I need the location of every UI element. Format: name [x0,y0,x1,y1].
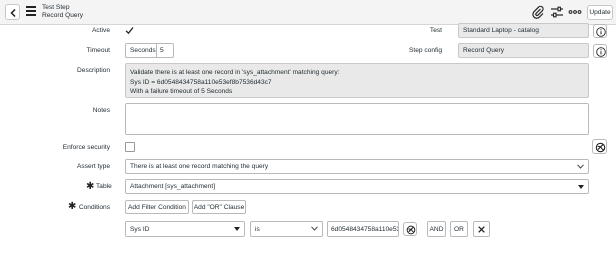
timeout-unit-value: Seconds [130,47,156,54]
caret-down-icon [578,184,584,189]
hamburger-menu-icon[interactable] [26,6,37,18]
step-config-value: Record Query [463,47,505,54]
and-button[interactable]: AND [427,221,446,237]
chevron-down-icon [577,163,584,169]
script-toggle-icon [595,142,606,153]
test-field[interactable]: Standard Laptop - catalog [458,23,589,38]
close-icon [478,225,485,233]
description-line-2: Sys ID = 6d0548434758a110e53ef8b7536d43c… [130,78,272,86]
or-button[interactable]: OR [450,221,468,237]
sliders-icon[interactable] [550,5,564,19]
add-or-clause-button[interactable]: Add "OR" Clause [192,200,246,214]
table-label: Table [96,183,112,190]
notes-textarea[interactable] [125,103,589,135]
condition-script-toggle-button[interactable] [403,222,417,236]
test-label: Test [429,27,442,34]
test-info-button[interactable] [593,24,607,38]
condition-operator-value: is [255,225,260,233]
enforce-security-checkbox[interactable] [125,142,135,152]
form-title: Test Step Record Query [42,4,83,20]
step-config-label: Step config [409,47,442,54]
assert-type-select[interactable]: There is at least one record matching th… [125,159,589,174]
info-icon [596,27,606,37]
timeout-input-value: 5 [160,47,164,54]
description-line-3: With a failure timeout of 5 Seconds [130,88,233,95]
form-header: Test Step Record Query Update [0,0,616,25]
test-field-value: Standard Laptop - catalog [463,27,539,34]
form-subtitle-text: Record Query [42,12,84,19]
form-title-text: Test Step [42,4,70,11]
conditions-label: Conditions [78,204,110,211]
enforce-security-label: Enforce security [62,144,110,151]
table-value: Attachment [sys_attachment] [130,183,216,190]
back-button[interactable] [5,4,20,20]
active-checkbox[interactable] [125,26,134,35]
step-config-info-button[interactable] [593,44,607,58]
caret-down-icon [234,227,240,231]
condition-value-input[interactable]: 6d0548434758a110e53ef8b7536d43c7 [327,221,399,237]
paperclip-icon[interactable] [531,5,545,19]
ellipsis-icon[interactable] [568,5,582,19]
checkmark-icon [125,27,134,35]
description-textarea[interactable]: Validate there is at least one record in… [125,63,589,98]
update-button[interactable]: Update [587,5,613,20]
assert-type-label: Assert type [77,163,110,170]
table-select[interactable]: Attachment [sys_attachment] [125,179,589,194]
step-config-field[interactable]: Record Query [458,43,589,58]
info-icon [596,47,606,57]
condition-operator-select[interactable]: is [250,221,323,237]
description-label: Description [77,67,110,74]
remove-condition-button[interactable] [473,221,490,237]
timeout-unit-select[interactable]: Seconds [125,43,156,58]
condition-value-text: 6d0548434758a110e53ef8b7536d43c7 [331,225,398,233]
timeout-input[interactable]: 5 [156,43,174,58]
active-label: Active [92,27,110,34]
add-filter-condition-button[interactable]: Add Filter Condition [125,200,189,214]
chevron-down-icon [311,226,318,231]
condition-field-select[interactable]: Sys ID [125,221,245,237]
chevron-left-icon [10,9,16,17]
script-toggle-icon [406,225,416,235]
notes-label: Notes [92,107,110,114]
description-line-1: Validate there is at least one record in… [130,69,340,76]
condition-field-value: Sys ID [130,225,150,233]
script-toggle-button[interactable] [592,139,607,154]
timeout-label: Timeout [86,47,110,54]
required-asterisk-icon: ✱ [86,181,95,192]
assert-type-value: There is at least one record matching th… [130,163,269,170]
